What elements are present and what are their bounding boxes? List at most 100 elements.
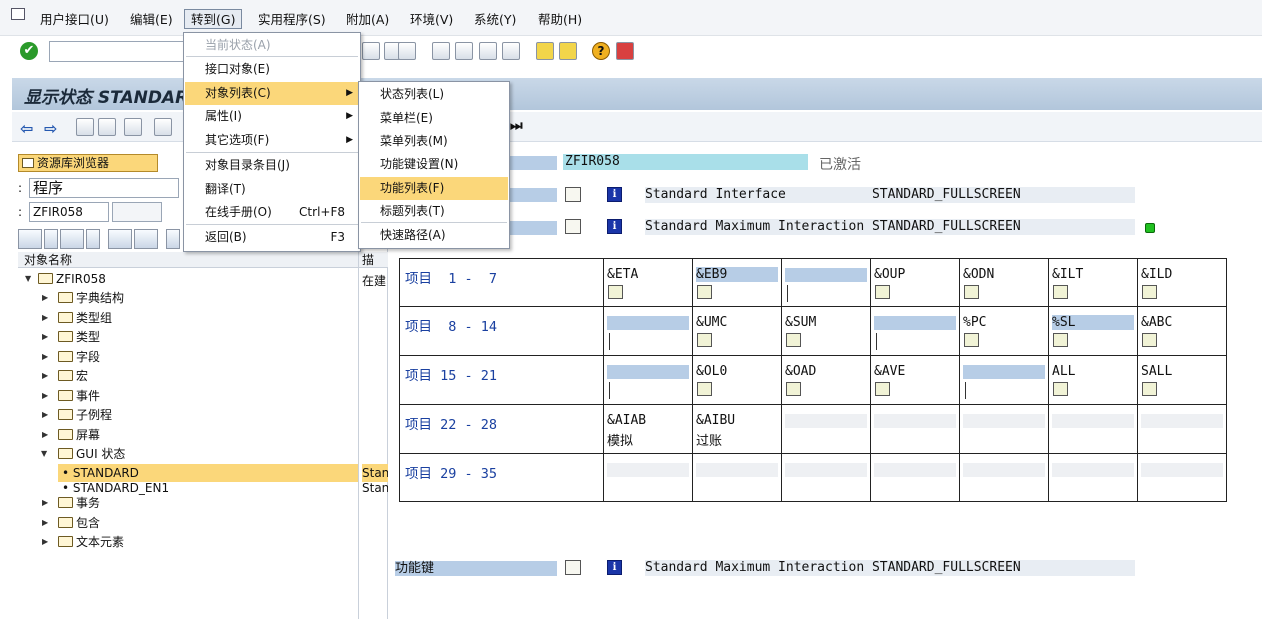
first-page-icon[interactable] xyxy=(432,42,450,60)
find-icon[interactable] xyxy=(362,42,380,60)
menu-utilities[interactable]: 实用程序(S) xyxy=(252,10,332,30)
tree-node-screens[interactable]: ▶ 屏幕 xyxy=(42,426,100,444)
menu-system[interactable]: 系统(Y) xyxy=(468,10,522,30)
goto-menu-item[interactable]: 翻译(T) xyxy=(185,178,359,201)
fkey-cell[interactable]: &AIAB 模拟 xyxy=(603,405,692,454)
last-icon[interactable]: ⏭ xyxy=(510,118,523,134)
menu-goto[interactable]: 转到(G) xyxy=(184,9,243,29)
object-list-menu-item[interactable]: 菜单列表(M) xyxy=(360,130,508,153)
tree-node-dict-structures[interactable]: ▶ 字典结构 xyxy=(42,289,124,307)
tree-node-includes[interactable]: ▶ 包含 xyxy=(42,514,100,532)
help-icon[interactable]: ? xyxy=(592,42,610,60)
forward-arrow-icon[interactable]: ⇨ xyxy=(44,119,57,138)
fkey-cell[interactable] xyxy=(959,405,1048,454)
fkey-cell[interactable] xyxy=(603,454,692,502)
fkey-cell[interactable]: &AIBU 过账 xyxy=(692,405,781,454)
command-field[interactable] xyxy=(49,41,184,62)
fkey-cell[interactable] xyxy=(1048,405,1137,454)
new-session-icon[interactable] xyxy=(536,42,554,60)
fkey-cell[interactable] xyxy=(870,307,959,356)
next-object-icon[interactable] xyxy=(60,229,84,249)
menu-extras[interactable]: 附加(A) xyxy=(340,10,395,30)
object-list-menu-item[interactable]: 菜单栏(E) xyxy=(360,107,508,130)
window-menu-icon[interactable] xyxy=(11,8,25,20)
object-list-menu-item[interactable]: 标题列表(T) xyxy=(360,200,508,223)
fkey-cell[interactable] xyxy=(603,307,692,356)
info-icon[interactable]: i xyxy=(607,219,622,234)
fkey-cell[interactable] xyxy=(1048,454,1137,502)
goto-menu-item[interactable]: 在线手册(O) Ctrl+F8 xyxy=(185,201,359,224)
object-list-menu-item[interactable]: 功能键设置(N) xyxy=(360,153,508,176)
enter-check-icon[interactable]: ✔ xyxy=(20,42,38,60)
fkey-cell[interactable] xyxy=(781,405,870,454)
display-change-icon[interactable] xyxy=(76,118,94,136)
fkey-cell[interactable]: &AVE xyxy=(870,356,959,405)
tree-node-transactions[interactable]: ▶ 事务 xyxy=(42,494,100,512)
tree-node-program[interactable]: ▼ ZFIR058 xyxy=(25,270,106,288)
dropdown-icon[interactable] xyxy=(86,229,100,249)
info-icon[interactable]: i xyxy=(607,560,622,575)
fkey-cell[interactable]: ALL xyxy=(1048,356,1137,405)
fkey-cell[interactable] xyxy=(959,454,1048,502)
interaction-icon[interactable] xyxy=(565,219,581,234)
object-list-menu-item[interactable]: 功能列表(F) xyxy=(360,177,508,200)
fkey-cell[interactable] xyxy=(692,454,781,502)
value-help-icon[interactable] xyxy=(112,202,162,222)
tree-node-macros[interactable]: ▶ 宏 xyxy=(42,367,88,385)
activate-icon[interactable] xyxy=(98,118,116,136)
repository-browser-button[interactable]: 资源库浏览器 xyxy=(18,154,158,172)
fkey-cell[interactable] xyxy=(959,356,1048,405)
customize-layout-icon[interactable] xyxy=(616,42,634,60)
fkey-cell[interactable]: &ABC xyxy=(1137,307,1226,356)
tree-node-gui-status[interactable]: ▼ GUI 状态 xyxy=(41,445,125,463)
interface-icon[interactable] xyxy=(565,187,581,202)
fkey-cell[interactable] xyxy=(781,454,870,502)
fkey-cell[interactable] xyxy=(603,356,692,405)
menu-help[interactable]: 帮助(H) xyxy=(532,10,588,30)
fkey-cell[interactable]: SALL xyxy=(1137,356,1226,405)
fkey-cell[interactable]: &ETA xyxy=(603,259,692,307)
collapse-up-icon[interactable] xyxy=(108,229,132,249)
back-arrow-icon[interactable]: ⇦ xyxy=(20,119,33,138)
menu-user-interface[interactable]: 用户接口(U) xyxy=(34,10,115,30)
object-list-menu-item[interactable]: 快速路径(A) xyxy=(360,224,508,247)
fkey-cell[interactable]: &OL0 xyxy=(692,356,781,405)
fkey-cell[interactable]: &OAD xyxy=(781,356,870,405)
fkey-cell[interactable]: &OUP xyxy=(870,259,959,307)
object-type-select[interactable]: 程序 xyxy=(29,178,179,198)
previous-object-icon[interactable] xyxy=(18,229,42,249)
object-list-menu-item[interactable]: 状态列表(L) xyxy=(360,83,508,106)
fkey-cell[interactable]: &UMC xyxy=(692,307,781,356)
fkey-cell[interactable]: &ODN xyxy=(959,259,1048,307)
collapse-down-icon[interactable] xyxy=(134,229,158,249)
tree-node-fields[interactable]: ▶ 字段 xyxy=(42,348,100,366)
goto-menu-item[interactable]: 属性(I) ▶ xyxy=(185,105,359,128)
goto-menu-item[interactable]: 接口对象(E) xyxy=(185,58,359,81)
shortcut-icon[interactable] xyxy=(559,42,577,60)
fkey-cell[interactable]: %SL xyxy=(1048,307,1137,356)
goto-menu-item[interactable]: 对象目录条目(J) xyxy=(185,154,359,177)
tree-more-icon[interactable] xyxy=(166,229,180,249)
dropdown-icon[interactable] xyxy=(44,229,58,249)
prev-page-icon[interactable] xyxy=(455,42,473,60)
fkey-cell[interactable] xyxy=(870,454,959,502)
fkey-cell[interactable] xyxy=(1137,454,1226,502)
fkey-cell[interactable] xyxy=(870,405,959,454)
tree-node-subroutines[interactable]: ▶ 子例程 xyxy=(42,406,112,424)
fkey-cell[interactable]: &SUM xyxy=(781,307,870,356)
goto-menu-item[interactable]: 对象列表(C) ▶ xyxy=(185,82,359,105)
hierarchy-icon[interactable] xyxy=(154,118,172,136)
fkey-cell[interactable] xyxy=(781,259,870,307)
next-page-icon[interactable] xyxy=(479,42,497,60)
fkey-cell[interactable] xyxy=(1137,405,1226,454)
fkey-cell[interactable]: %PC xyxy=(959,307,1048,356)
binoculars-icon[interactable] xyxy=(398,42,416,60)
menu-edit[interactable]: 编辑(E) xyxy=(124,10,179,30)
tree-node-events[interactable]: ▶ 事件 xyxy=(42,387,100,405)
goto-menu-item[interactable]: 其它选项(F) ▶ xyxy=(185,129,359,152)
fkeys-icon[interactable] xyxy=(565,560,581,575)
menu-environment[interactable]: 环境(V) xyxy=(404,10,459,30)
info-icon[interactable]: i xyxy=(607,187,622,202)
object-name-field[interactable]: ZFIR058 xyxy=(29,202,109,222)
fkey-cell[interactable]: &EB9 xyxy=(692,259,781,307)
